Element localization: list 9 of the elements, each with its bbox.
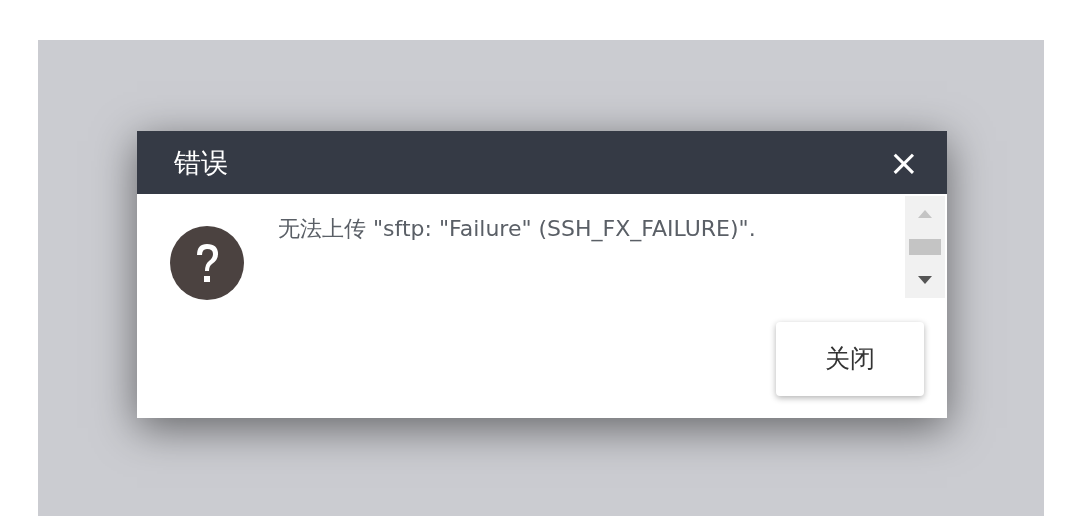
- question-icon: [170, 226, 244, 300]
- close-button[interactable]: ×: [888, 144, 919, 181]
- error-message: 无法上传 "sftp: "Failure" (SSH_FX_FAILURE)".: [278, 215, 757, 244]
- scroll-thumb[interactable]: [909, 239, 941, 255]
- scrollbar[interactable]: [905, 196, 945, 298]
- close-dialog-button[interactable]: 关闭: [776, 322, 924, 396]
- scroll-up-icon[interactable]: [918, 210, 932, 218]
- scroll-down-icon[interactable]: [918, 276, 932, 284]
- dialog-title: 错误: [174, 149, 228, 176]
